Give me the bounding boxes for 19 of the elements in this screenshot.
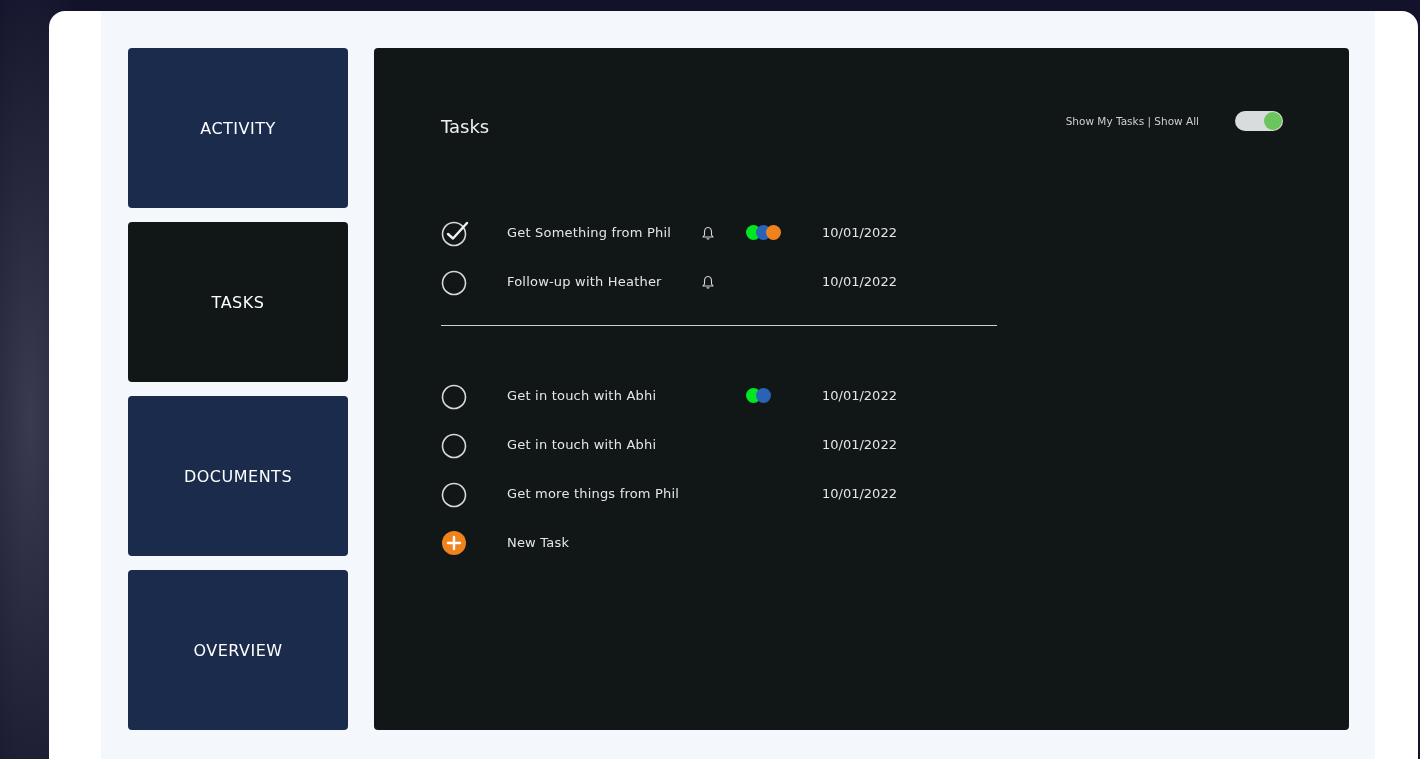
- task-date: 10/01/2022: [822, 274, 898, 289]
- task-title: Get Something from Phil: [507, 225, 673, 240]
- task-date: 10/01/2022: [822, 225, 898, 240]
- task-date: 10/01/2022: [822, 486, 898, 501]
- add-icon[interactable]: [441, 528, 469, 557]
- nav-tile[interactable]: OVERVIEW: [128, 570, 348, 730]
- task-title: Follow-up with Heather: [507, 274, 663, 289]
- new-task-link[interactable]: New Task: [507, 535, 1283, 550]
- nav-tile[interactable]: DOCUMENTS: [128, 396, 348, 556]
- task-date: 10/01/2022: [822, 388, 898, 403]
- task-date: 10/01/2022: [822, 437, 898, 452]
- nav-tile[interactable]: TASKS: [128, 222, 348, 382]
- toggle-switch[interactable]: [1235, 111, 1283, 131]
- nav-tile[interactable]: ACTIVITY: [128, 48, 348, 208]
- task-title: Get in touch with Abhi: [507, 388, 658, 403]
- panel-title: Tasks: [441, 115, 490, 137]
- filter-label: Show My Tasks | Show All: [1065, 115, 1199, 127]
- task-title: Get in touch with Abhi: [507, 437, 658, 452]
- task-title: Get more things from Phil: [507, 486, 681, 501]
